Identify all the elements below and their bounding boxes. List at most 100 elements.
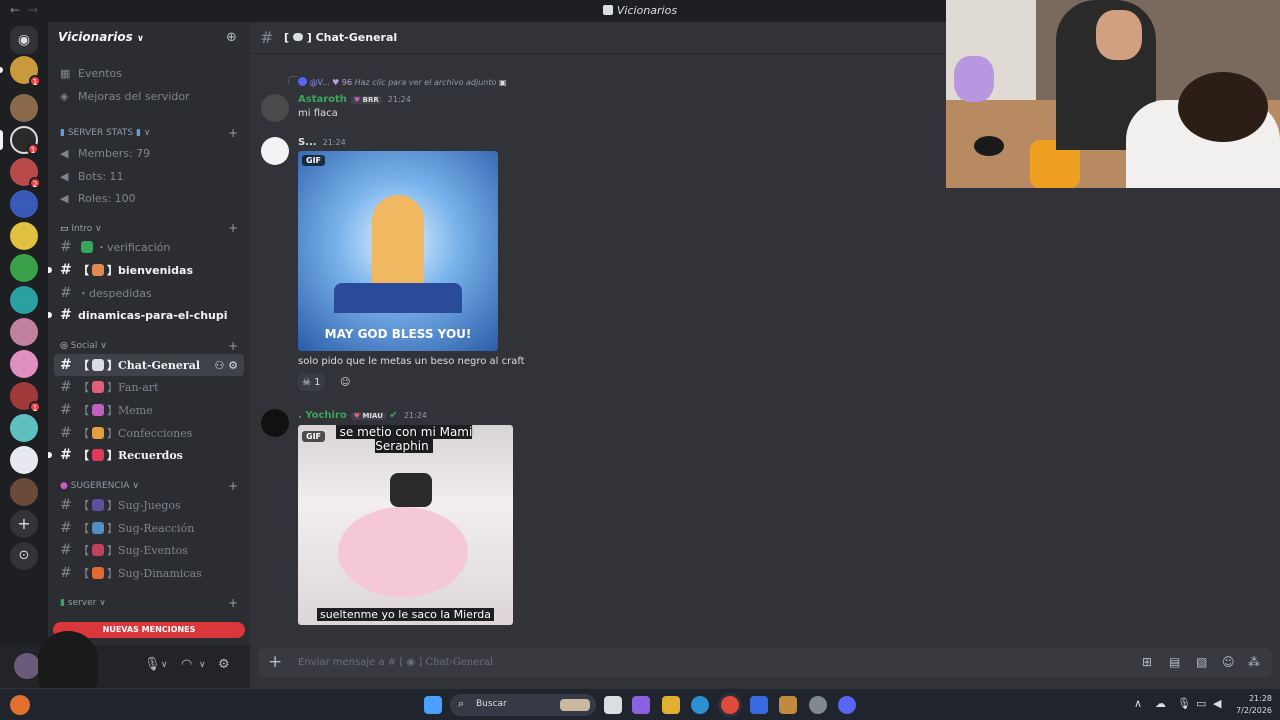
server-icon-12[interactable] [10,414,38,442]
server-icon-vicionarios[interactable]: 1 [10,126,39,155]
server-icon-5[interactable] [10,190,38,218]
taskbar-clock[interactable]: 21:28 7/2/2026 [1232,693,1272,717]
file-explorer-icon[interactable] [662,696,680,714]
task-view-icon[interactable] [604,696,622,714]
reply-preview[interactable]: @V... ♥ 96 Haz clic para ver el archivo … [298,77,507,87]
volume-icon[interactable]: ◀ [1213,697,1221,710]
edge-icon[interactable] [691,696,709,714]
channel-sug-reaccion[interactable]: # 【】 Sug-Reacción [54,517,244,539]
server-icon-14[interactable] [10,478,38,506]
channel-confecciones[interactable]: # 【】 Confecciones [54,422,244,444]
category-server-stats[interactable]: ▮ SERVER STATS ▮ ∨ [60,128,150,138]
category-social[interactable]: ◎ Social ∨ [60,341,107,351]
discord-taskbar-icon[interactable] [838,696,856,714]
channel-sug-juegos[interactable]: # 【】 Sug-Juegos [54,494,244,516]
server-icon-8[interactable] [10,286,38,314]
add-server-icon[interactable]: + [10,510,38,538]
skull-icon: ☠ [302,376,311,388]
sidebar-item-eventos[interactable]: ▦ Eventos [54,62,244,84]
gif-embed[interactable]: GIF MAY GOD BLESS YOU! [298,151,498,351]
server-icon-1[interactable]: 1 [10,56,41,87]
avatar[interactable] [261,409,289,437]
create-channel-icon[interactable]: + [228,339,238,353]
avatar[interactable] [14,653,40,679]
dog-image [338,507,468,597]
stat-members[interactable]: ◀ Members: 79 [54,142,244,164]
channel-despedidas[interactable]: # ・ despedidas [54,282,244,304]
create-channel-icon[interactable]: + [228,596,238,610]
sticker-icon[interactable]: ▧ [1196,655,1207,669]
headphones-icon[interactable]: ◠ [181,657,192,672]
app-icon[interactable] [779,696,797,714]
widgets-icon[interactable] [10,695,30,715]
store-icon[interactable] [750,696,768,714]
category-sugerencia[interactable]: ● SUGERENCIA ∨ [60,481,139,491]
create-channel-icon[interactable]: + [228,221,238,235]
search-icon: ⌕ [458,697,465,710]
category-server[interactable]: ▮ server ∨ [60,598,106,608]
taskbar-search[interactable]: ⌕ Buscar [450,694,596,716]
message-composer[interactable]: + Enviar mensaje a # [ ◉ ] Chat-General … [258,648,1272,678]
server-icon-10[interactable] [10,350,38,378]
server-name-header[interactable]: Vicionarios ∨ [58,30,144,44]
server-icon-6[interactable] [10,222,38,250]
server-icon-11[interactable]: 1 [10,382,41,413]
channel-bienvenidas[interactable]: # 【】 bienvenidas [54,259,244,281]
server-icon-13[interactable] [10,446,38,474]
user-panel: 🎙︎ ∨ ◠ ∨ ⚙ [0,631,250,688]
network-icon[interactable]: ▭ [1196,697,1206,710]
channel-meme[interactable]: # 【】 Meme [54,399,244,421]
message-author[interactable]: Astaroth ♥ BRR 21:24 [298,94,411,105]
copilot-icon[interactable] [632,696,650,714]
stat-roles[interactable]: ◀ Roles: 100 [54,187,244,209]
channel-recuerdos[interactable]: # 【】 Recuerdos [54,444,244,466]
channel-dinamicas[interactable]: # dinamicas-para-el-chupi [54,304,244,326]
server-icon-2[interactable] [10,94,38,122]
server-icon-4[interactable]: 2 [10,158,41,189]
emoji-icon[interactable]: ☺ [1222,655,1235,669]
channel-sug-eventos[interactable]: # 【】 Sug-Eventos [54,539,244,561]
user-settings-icon[interactable]: ⚙ [218,657,230,672]
sidebar-item-mejoras[interactable]: ◈ Mejoras del servidor [54,85,244,107]
message-input[interactable]: Enviar mensaje a # [ ◉ ] Chat-General [298,657,493,668]
channel-fan-art[interactable]: # 【】 Fan-art [54,376,244,398]
server-icon-7[interactable] [10,254,38,282]
chevron-down-icon[interactable]: ∨ [161,660,168,670]
apps-icon[interactable]: ⁂ [1248,655,1260,669]
invite-people-icon[interactable]: ⊕ [226,30,237,45]
server-rail: ◉ 1 1 2 1 + ⊙ [0,22,48,688]
message-author[interactable]: . Yochiro ♥ MIAU ✔ 21:24 [298,410,427,421]
microphone-icon[interactable]: 🎙︎ [144,657,161,672]
microphone-icon[interactable]: 🎙︎ [1177,697,1191,710]
message-author[interactable]: S... 21:24 [298,137,346,148]
explore-icon[interactable]: ⊙ [10,542,38,570]
gif-embed[interactable]: GIF se metio con mi Mami Seraphin suelte… [298,425,513,625]
obs-icon[interactable] [809,696,827,714]
chevron-down-icon: ∨ [136,34,145,44]
channel-chat-general[interactable]: # 【】 Chat-General ⚇ ⚙ [54,354,244,376]
chrome-icon[interactable] [721,696,739,714]
windows-start-icon[interactable] [424,696,442,714]
channel-settings-icon[interactable]: ⚇ ⚙ [214,359,238,372]
stat-bots[interactable]: ◀ Bots: 11 [54,165,244,187]
discord-home-icon[interactable]: ◉ [10,26,38,54]
channel-sidebar: Vicionarios ∨ ⊕ ▦ Eventos ◈ Mejoras del ser… [48,22,250,645]
cloud-icon[interactable]: ☁ [1155,697,1166,710]
reaction-skull[interactable]: ☠ 1 [298,373,325,391]
image-icon: ▣ [498,78,507,87]
server-icon-9[interactable] [10,318,38,346]
attach-plus-icon[interactable]: + [268,652,282,672]
avatar[interactable] [261,137,289,165]
category-intro[interactable]: ▭ Intro ∨ [60,224,102,234]
avatar[interactable] [261,94,289,122]
add-reaction-icon[interactable]: ☺ [336,373,354,391]
gift-icon[interactable]: ⊞ [1142,655,1152,669]
gif-picker-icon[interactable]: ▤ [1169,655,1180,669]
create-channel-icon[interactable]: + [228,126,238,140]
channel-sug-dinamicas[interactable]: # 【】 Sug-Dinamicas [54,562,244,584]
taskbar: ⌕ Buscar ∧ ☁ 🎙︎ ▭ ◀ 21:28 7/2/2026 [0,688,1280,720]
create-channel-icon[interactable]: + [228,479,238,493]
chevron-up-icon[interactable]: ∧ [1134,697,1142,710]
chevron-down-icon[interactable]: ∨ [199,660,206,670]
channel-verificacion[interactable]: # ・ verificación [54,236,244,258]
